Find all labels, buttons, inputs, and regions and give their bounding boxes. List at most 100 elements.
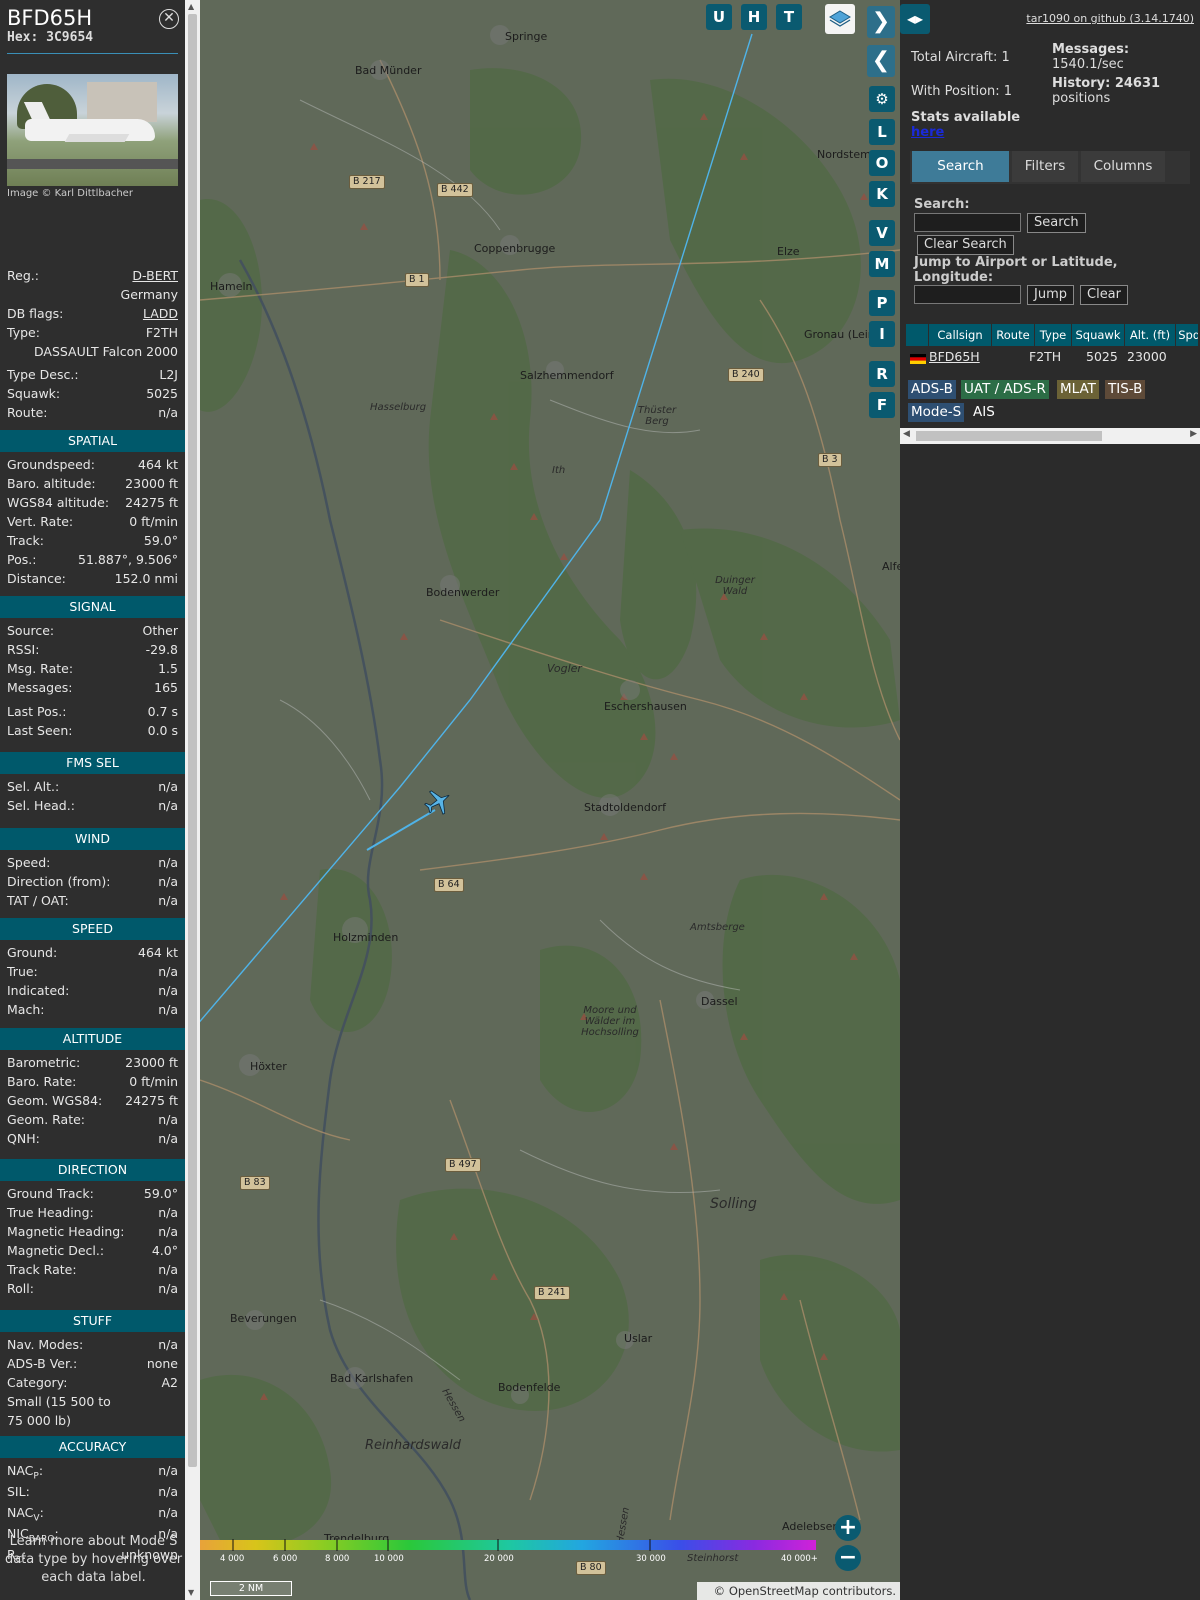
map-button-l[interactable]: L [869, 119, 895, 145]
aircraft-icon[interactable] [423, 787, 453, 817]
detail-label[interactable]: Category: [7, 1374, 67, 1392]
map-button-o[interactable]: O [869, 150, 895, 176]
detail-label[interactable]: True: [7, 963, 38, 981]
jump-button[interactable]: Jump [1027, 285, 1074, 305]
scroll-left-icon[interactable]: ◀ [903, 429, 910, 439]
jump-input[interactable] [914, 285, 1021, 304]
detail-label[interactable]: Ground: [7, 944, 57, 962]
detail-label[interactable]: Groundspeed: [7, 456, 95, 474]
map-button-v[interactable]: V [869, 220, 895, 246]
detail-label[interactable]: Track: [7, 532, 44, 550]
detail-label[interactable]: Magnetic Decl.: [7, 1242, 104, 1260]
detail-label[interactable]: Reg.: [7, 267, 39, 285]
map[interactable]: Springe Bad Münder Nordstem Coppenbrugge… [200, 0, 900, 1600]
search-input[interactable] [914, 213, 1021, 232]
layers-button[interactable] [825, 4, 855, 34]
detail-label[interactable]: Squawk: [7, 385, 60, 403]
map-button-u[interactable]: U [706, 4, 732, 30]
expand-right-button[interactable]: ❯ [867, 6, 895, 38]
detail-label[interactable]: Indicated: [7, 982, 69, 1000]
close-icon[interactable]: ✕ [159, 9, 179, 29]
table-cell-callsign[interactable]: BFD65H [929, 346, 980, 368]
source-chip[interactable]: Mode-S [908, 403, 965, 422]
detail-label[interactable]: Last Seen: [7, 722, 72, 740]
detail-label[interactable]: QNH: [7, 1130, 40, 1148]
aircraft-photo[interactable] [7, 74, 178, 186]
github-link[interactable]: tar1090 on github (3.14.1740) [1026, 12, 1194, 25]
clear-search-button[interactable]: Clear Search [917, 235, 1014, 255]
table-header[interactable]: Spd. [1176, 324, 1198, 346]
detail-label[interactable]: Distance: [7, 570, 66, 588]
detail-label[interactable]: Geom. WGS84: [7, 1092, 102, 1110]
detail-value[interactable]: D-BERT [132, 267, 178, 285]
tab-filters[interactable]: Filters [1012, 151, 1078, 182]
scrollbar-thumb[interactable] [916, 431, 1102, 441]
detail-label[interactable]: Pos.: [7, 551, 36, 569]
detail-label[interactable]: Msg. Rate: [7, 660, 73, 678]
detail-label[interactable]: Baro. Rate: [7, 1073, 76, 1091]
detail-label[interactable]: DB flags: [7, 305, 63, 323]
map-button-h[interactable]: H [741, 4, 767, 30]
tab-search[interactable]: Search [912, 151, 1009, 182]
map-button-f[interactable]: F [869, 392, 895, 418]
scrollbar-thumb[interactable] [188, 14, 197, 1467]
table-header[interactable]: Alt. (ft) [1125, 324, 1175, 346]
detail-label[interactable]: NACV: [7, 1504, 44, 1528]
detail-label[interactable]: Magnetic Heading: [7, 1223, 124, 1241]
detail-label[interactable]: Ground Track: [7, 1185, 94, 1203]
detail-label[interactable]: Nav. Modes: [7, 1336, 83, 1354]
zoom-out-button[interactable]: − [835, 1545, 861, 1571]
table-header[interactable]: Route [992, 324, 1034, 346]
detail-label[interactable]: TAT / OAT: [7, 892, 69, 910]
detail-label[interactable]: 75 000 lb) [7, 1412, 71, 1430]
detail-value[interactable]: LADD [143, 305, 178, 323]
detail-label[interactable]: NACP: [7, 1462, 43, 1486]
clear-button[interactable]: Clear [1080, 285, 1128, 305]
detail-label[interactable]: SIL: [7, 1483, 30, 1501]
scroll-up-icon[interactable]: ▲ [188, 2, 194, 11]
table-header[interactable]: Callsign [929, 324, 991, 346]
detail-label[interactable]: Mach: [7, 1001, 44, 1019]
table-horizontal-scrollbar[interactable]: ◀ ▶ [900, 428, 1200, 444]
detail-label[interactable]: Messages: [7, 679, 73, 697]
detail-label[interactable]: Geom. Rate: [7, 1111, 85, 1129]
detail-label[interactable]: Roll: [7, 1280, 34, 1298]
source-chip[interactable]: TIS-B [1105, 380, 1146, 399]
settings-button[interactable]: ⚙ [869, 86, 895, 112]
detail-label[interactable]: Source: [7, 622, 54, 640]
map-button-p[interactable]: P [869, 290, 895, 316]
detail-label[interactable]: Direction (from): [7, 873, 111, 891]
detail-label[interactable]: ADS-B Ver.: [7, 1355, 77, 1373]
tab-columns[interactable]: Columns [1081, 151, 1165, 182]
detail-label[interactable]: WGS84 altitude: [7, 494, 109, 512]
detail-label[interactable]: Type: [7, 324, 40, 342]
scroll-right-icon[interactable]: ▶ [1190, 429, 1197, 439]
detail-label[interactable]: RSSI: [7, 641, 39, 659]
map-button-t[interactable]: T [776, 4, 802, 30]
map-button-m[interactable]: M [869, 251, 895, 277]
table-header[interactable]: Type [1035, 324, 1071, 346]
detail-label[interactable]: True Heading: [7, 1204, 94, 1222]
stats-link[interactable]: here [911, 125, 944, 140]
source-chip[interactable]: AIS [970, 403, 998, 422]
detail-label[interactable]: Speed: [7, 854, 50, 872]
detail-scrollbar[interactable]: ▲ ▼ [185, 0, 200, 1600]
detail-label[interactable]: Type Desc.: [7, 366, 79, 384]
detail-label[interactable]: Track Rate: [7, 1261, 77, 1279]
detail-label[interactable]: Small (15 500 to [7, 1393, 111, 1411]
source-chip[interactable]: UAT / ADS-R [961, 380, 1049, 399]
search-button[interactable]: Search [1027, 213, 1086, 233]
detail-label[interactable]: Vert. Rate: [7, 513, 73, 531]
detail-label[interactable]: Sel. Alt.: [7, 778, 59, 796]
detail-label[interactable]: Baro. altitude: [7, 475, 96, 493]
table-header[interactable] [906, 324, 928, 346]
map-button-i[interactable]: I [869, 321, 895, 347]
collapse-left-button[interactable]: ❮ [867, 45, 895, 77]
source-chip[interactable]: ADS-B [908, 380, 956, 399]
detail-label[interactable]: Barometric: [7, 1054, 80, 1072]
source-chip[interactable]: MLAT [1057, 380, 1099, 399]
map-button-r[interactable]: R [869, 361, 895, 387]
detail-label[interactable]: Last Pos.: [7, 703, 66, 721]
detail-label[interactable]: Sel. Head.: [7, 797, 75, 815]
scroll-down-icon[interactable]: ▼ [188, 1588, 194, 1597]
